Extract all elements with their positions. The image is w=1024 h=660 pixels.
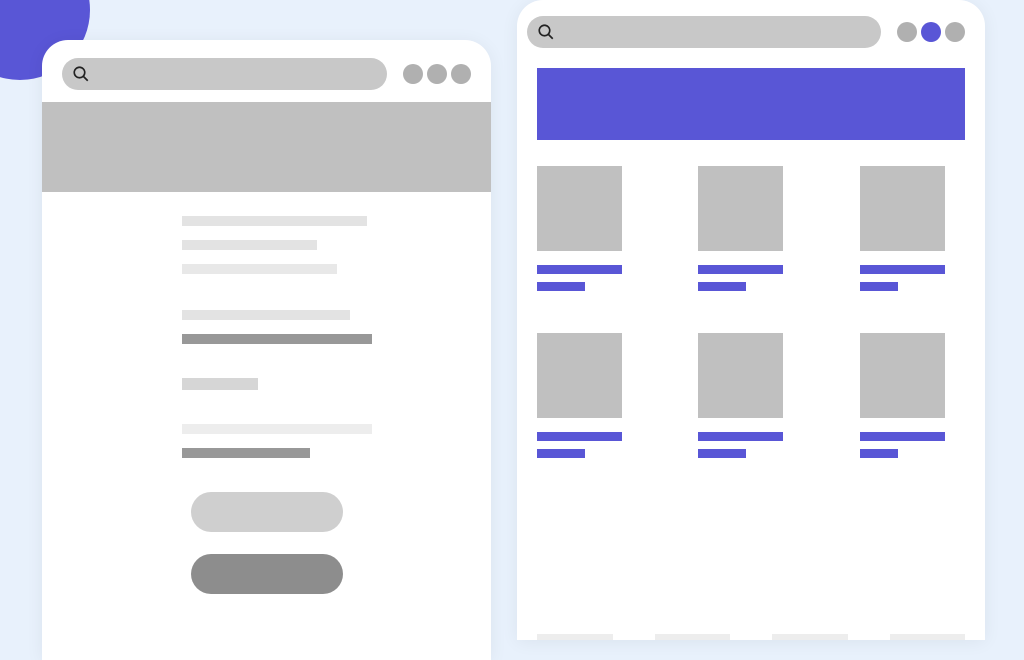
tab-slot[interactable]	[772, 634, 848, 640]
spacer	[182, 404, 431, 410]
grid-card[interactable]	[860, 166, 965, 299]
header-dot[interactable]	[403, 64, 423, 84]
header-dot[interactable]	[897, 22, 917, 42]
spacer	[182, 358, 431, 364]
wireframe-gallery-screen	[517, 0, 985, 640]
card-grid	[517, 140, 985, 466]
card-title	[537, 265, 622, 274]
card-thumbnail	[860, 166, 945, 251]
card-subtitle	[698, 282, 746, 291]
text-line	[182, 448, 310, 458]
hero-banner	[42, 102, 491, 192]
card-title	[860, 265, 945, 274]
header-dot[interactable]	[451, 64, 471, 84]
grid-card[interactable]	[698, 333, 803, 466]
hero-banner	[537, 68, 965, 140]
card-thumbnail	[698, 333, 783, 418]
grid-card[interactable]	[537, 333, 642, 466]
header-dot-active[interactable]	[921, 22, 941, 42]
card-title	[537, 432, 622, 441]
card-subtitle	[698, 449, 746, 458]
header-dot[interactable]	[945, 22, 965, 42]
text-line	[182, 424, 372, 434]
card-title	[698, 432, 783, 441]
card-thumbnail	[537, 333, 622, 418]
header-actions	[403, 64, 471, 84]
search-input[interactable]	[527, 16, 881, 48]
secondary-button[interactable]	[191, 554, 343, 594]
button-group	[42, 492, 491, 594]
search-icon	[72, 65, 90, 83]
card-title	[860, 432, 945, 441]
card-subtitle	[537, 282, 585, 291]
text-line	[182, 264, 337, 274]
grid-card[interactable]	[537, 166, 642, 299]
card-thumbnail	[698, 166, 783, 251]
text-line	[182, 334, 372, 344]
wireframe-article-screen	[42, 40, 491, 660]
search-icon	[537, 23, 555, 41]
text-line	[182, 310, 350, 320]
grid-card[interactable]	[860, 333, 965, 466]
bottom-tab-bar	[517, 634, 985, 640]
card-title	[698, 265, 783, 274]
grid-card[interactable]	[698, 166, 803, 299]
header	[42, 40, 491, 102]
tab-slot[interactable]	[537, 634, 613, 640]
spacer	[182, 288, 431, 296]
card-subtitle	[860, 282, 898, 291]
header-actions	[897, 22, 965, 42]
article-body	[42, 192, 491, 458]
card-subtitle	[537, 449, 585, 458]
text-line	[182, 378, 258, 390]
search-input[interactable]	[62, 58, 387, 90]
card-thumbnail	[860, 333, 945, 418]
header-dot[interactable]	[427, 64, 447, 84]
header	[517, 0, 985, 60]
card-subtitle	[860, 449, 898, 458]
tab-slot[interactable]	[655, 634, 731, 640]
tab-slot[interactable]	[890, 634, 966, 640]
primary-button[interactable]	[191, 492, 343, 532]
text-line	[182, 216, 367, 226]
card-thumbnail	[537, 166, 622, 251]
text-line	[182, 240, 317, 250]
